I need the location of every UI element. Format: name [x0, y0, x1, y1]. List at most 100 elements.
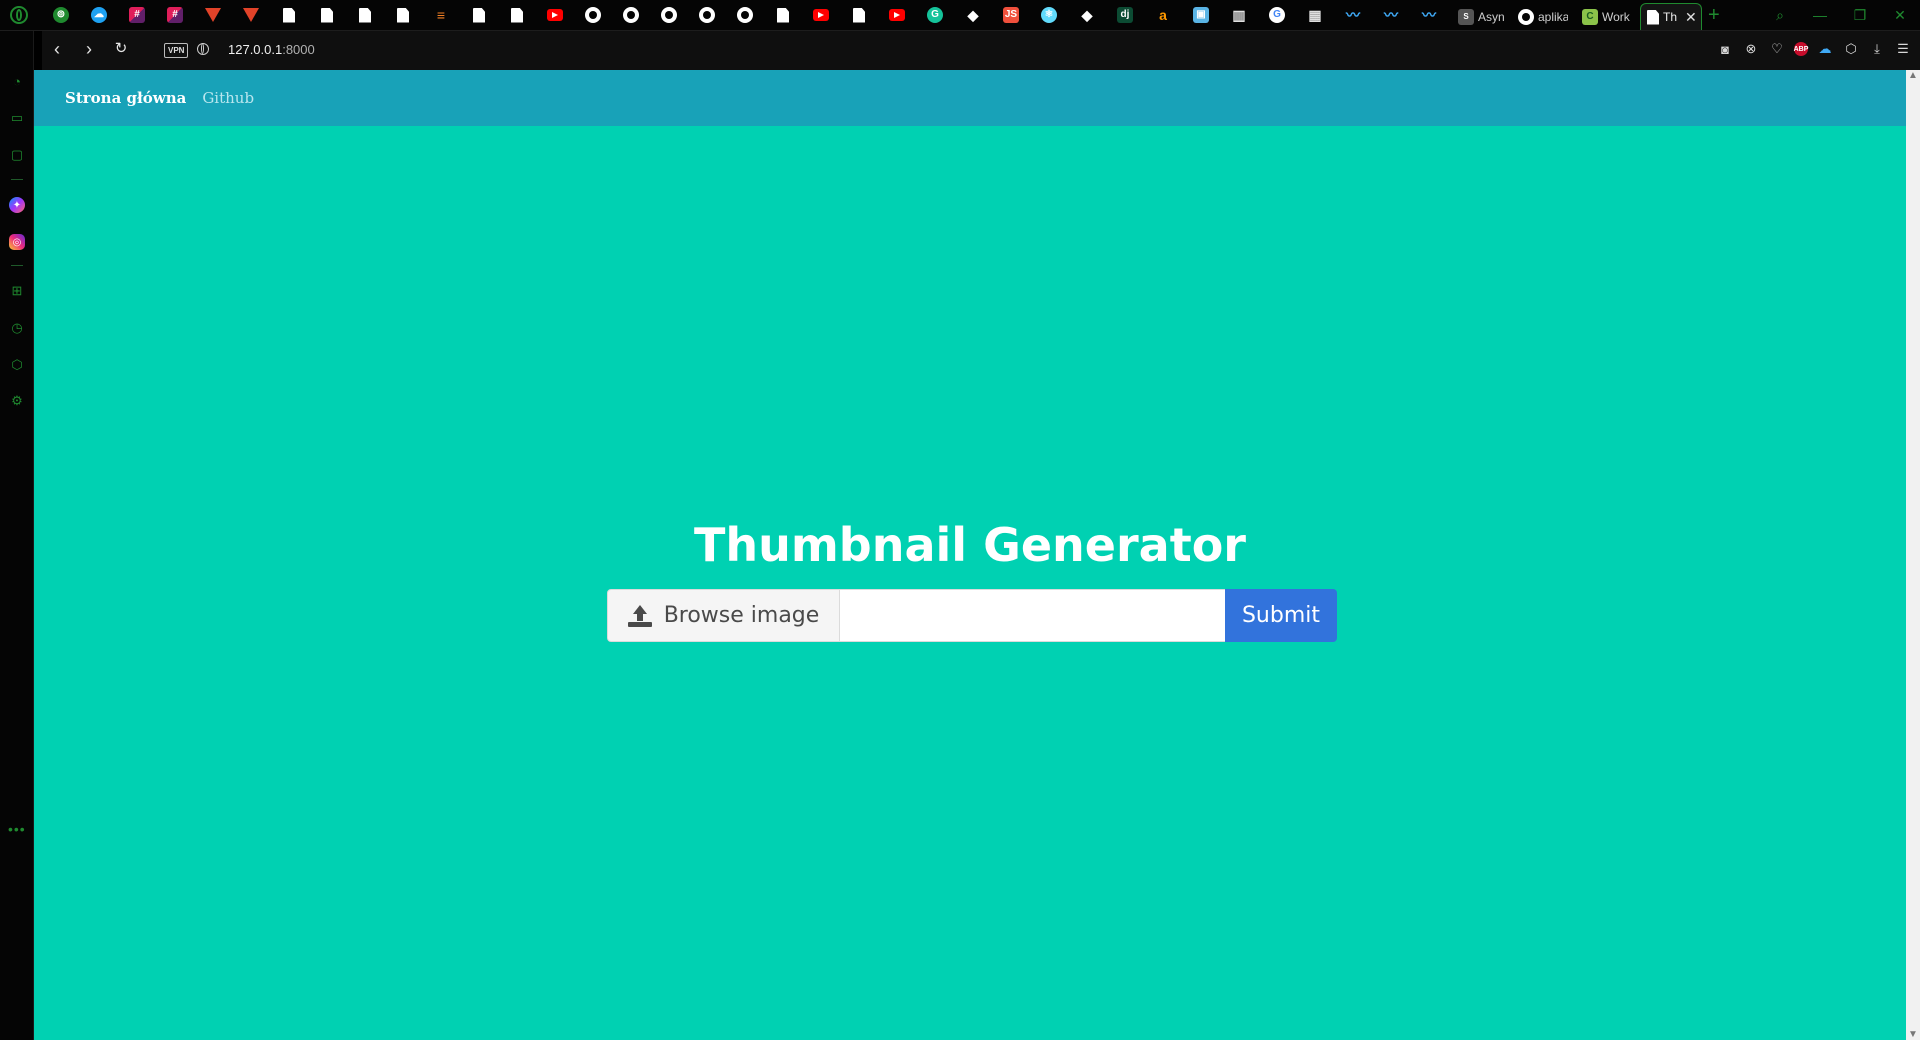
- nav-link-home[interactable]: Strona główna: [65, 89, 186, 107]
- cube-icon[interactable]: ⬡: [9, 357, 25, 373]
- download-icon[interactable]: ⤓: [1868, 40, 1886, 58]
- twitch-icon[interactable]: ▢: [9, 147, 25, 163]
- close-window-icon[interactable]: ✕: [1880, 7, 1920, 24]
- grammarly-icon: G: [927, 7, 943, 23]
- pinned-tab[interactable]: ◆: [1068, 0, 1106, 30]
- pinned-tab[interactable]: 〰: [1372, 0, 1410, 30]
- tab-strip: ⊚ ☁ # # ≡ G ◆ JS ⚛ ◆ dj a ▣ ▥ G ▦ 〰 〰 〰 S Async aplika C W…: [0, 0, 1920, 31]
- pinned-tab[interactable]: ≡: [422, 0, 460, 30]
- heart-icon[interactable]: ♡: [1768, 40, 1786, 58]
- tab-thumbnail-active[interactable]: Th ✕: [1640, 3, 1702, 30]
- pinned-tab[interactable]: ▦: [1296, 0, 1334, 30]
- upload-icon: [627, 604, 652, 627]
- pinned-tab[interactable]: ▥: [1220, 0, 1258, 30]
- pinned-tab[interactable]: [764, 0, 802, 30]
- back-icon[interactable]: ‹: [46, 39, 68, 59]
- pinned-tab[interactable]: [232, 0, 270, 30]
- pinned-tab[interactable]: dj: [1106, 0, 1144, 30]
- url-port: :8000: [282, 42, 315, 57]
- pinned-tab[interactable]: [802, 0, 840, 30]
- youtube-icon: [889, 9, 905, 21]
- grid-icon[interactable]: ⊞: [9, 283, 25, 299]
- scroll-down-icon[interactable]: ▼: [1906, 1029, 1920, 1040]
- new-tab-button[interactable]: +: [1708, 3, 1720, 27]
- pinned-tab[interactable]: 〰: [1334, 0, 1372, 30]
- submit-button[interactable]: Submit: [1225, 589, 1337, 642]
- pinned-tab[interactable]: ⊚: [42, 0, 80, 30]
- pinned-tab[interactable]: ◆: [954, 0, 992, 30]
- snapshot-icon[interactable]: ◙: [1716, 40, 1734, 58]
- tab-work[interactable]: C Work: [1576, 3, 1632, 30]
- pinned-tab[interactable]: [308, 0, 346, 30]
- pinned-tab[interactable]: G: [1258, 0, 1296, 30]
- hero: Thumbnail Generator: [34, 516, 1906, 574]
- sidebar-more-icon[interactable]: •••: [8, 821, 26, 837]
- settings-icon[interactable]: ⚙: [9, 393, 25, 409]
- stackoverflow-icon: ≡: [436, 7, 446, 23]
- gitlab-icon: [243, 8, 259, 22]
- pinned-tab[interactable]: [194, 0, 232, 30]
- scroll-up-icon[interactable]: ▲: [1906, 70, 1920, 81]
- opera-logo-icon[interactable]: [10, 6, 28, 24]
- speed-dial-icon[interactable]: ◔: [9, 73, 25, 89]
- browse-image-button[interactable]: Browse image: [607, 589, 840, 642]
- pinned-tab[interactable]: #: [118, 0, 156, 30]
- pinned-tab[interactable]: [612, 0, 650, 30]
- pinned-tab[interactable]: [840, 0, 878, 30]
- pinned-tab[interactable]: [498, 0, 536, 30]
- pinned-tab[interactable]: 〰: [1410, 0, 1448, 30]
- globe-icon[interactable]: [197, 43, 209, 55]
- search-tabs-icon[interactable]: ⌕: [1760, 7, 1800, 24]
- briefcase-icon[interactable]: ▭: [9, 110, 25, 126]
- adblock-plus-icon[interactable]: ABP: [1794, 42, 1808, 56]
- pinned-tab[interactable]: JS: [992, 0, 1030, 30]
- history-icon[interactable]: ◷: [9, 320, 25, 336]
- pinned-tab[interactable]: [270, 0, 308, 30]
- pinned-tab[interactable]: ⚛: [1030, 0, 1068, 30]
- box-icon[interactable]: ⬡: [1842, 40, 1860, 58]
- pinned-tab[interactable]: [346, 0, 384, 30]
- pinned-tab[interactable]: [688, 0, 726, 30]
- address-bar: ‹ › ↻ VPN 127.0.0.1:8000 ◙ ⊗ ♡ ABP ☁ ⬡ ⤓ ☰: [42, 31, 1920, 70]
- slack-icon: #: [167, 7, 183, 23]
- nav-link-github[interactable]: Github: [202, 89, 254, 107]
- django-icon: dj: [1117, 7, 1133, 23]
- document-icon: [359, 7, 371, 23]
- file-name-field[interactable]: [840, 589, 1225, 642]
- pinned-tab[interactable]: ☁: [80, 0, 118, 30]
- restore-icon[interactable]: ❐: [1840, 7, 1880, 24]
- forward-icon[interactable]: ›: [78, 39, 100, 59]
- pinned-tab[interactable]: a: [1144, 0, 1182, 30]
- close-tab-icon[interactable]: ✕: [1685, 9, 1697, 26]
- document-icon: [321, 7, 333, 23]
- tab-label: Work: [1602, 9, 1630, 24]
- youtube-icon: [813, 9, 829, 21]
- pinned-tab[interactable]: [574, 0, 612, 30]
- pinned-tab[interactable]: #: [156, 0, 194, 30]
- url-field[interactable]: 127.0.0.1:8000: [228, 42, 315, 57]
- pinned-tab[interactable]: [726, 0, 764, 30]
- cloud-icon[interactable]: ☁: [1816, 40, 1834, 58]
- pinned-tab[interactable]: [536, 0, 574, 30]
- messenger-icon[interactable]: ✦: [9, 197, 25, 213]
- vpn-badge[interactable]: VPN: [164, 43, 189, 58]
- menu-icon[interactable]: ☰: [1894, 40, 1912, 58]
- instagram-icon[interactable]: ◎: [9, 234, 25, 250]
- minimize-icon[interactable]: —: [1800, 7, 1840, 23]
- pinned-tab[interactable]: ▣: [1182, 0, 1220, 30]
- pinned-tab[interactable]: [384, 0, 422, 30]
- tab-async[interactable]: S Async: [1452, 3, 1504, 30]
- pinned-tab[interactable]: [650, 0, 688, 30]
- page-viewport: Strona główna Github Thumbnail Generator…: [34, 70, 1906, 1040]
- pinned-tab[interactable]: G: [916, 0, 954, 30]
- tab-label: Async: [1478, 9, 1504, 24]
- document-icon: [853, 7, 865, 23]
- reload-icon[interactable]: ↻: [110, 39, 132, 59]
- pinned-tab[interactable]: [460, 0, 498, 30]
- pinned-tab[interactable]: [878, 0, 916, 30]
- window-controls: ⌕ — ❐ ✕: [1760, 0, 1920, 30]
- close-circle-icon[interactable]: ⊗: [1742, 40, 1760, 58]
- browse-label: Browse image: [663, 603, 820, 628]
- scrollbar[interactable]: ▲ ▼: [1906, 70, 1920, 1040]
- tab-aplika[interactable]: aplika: [1512, 3, 1568, 30]
